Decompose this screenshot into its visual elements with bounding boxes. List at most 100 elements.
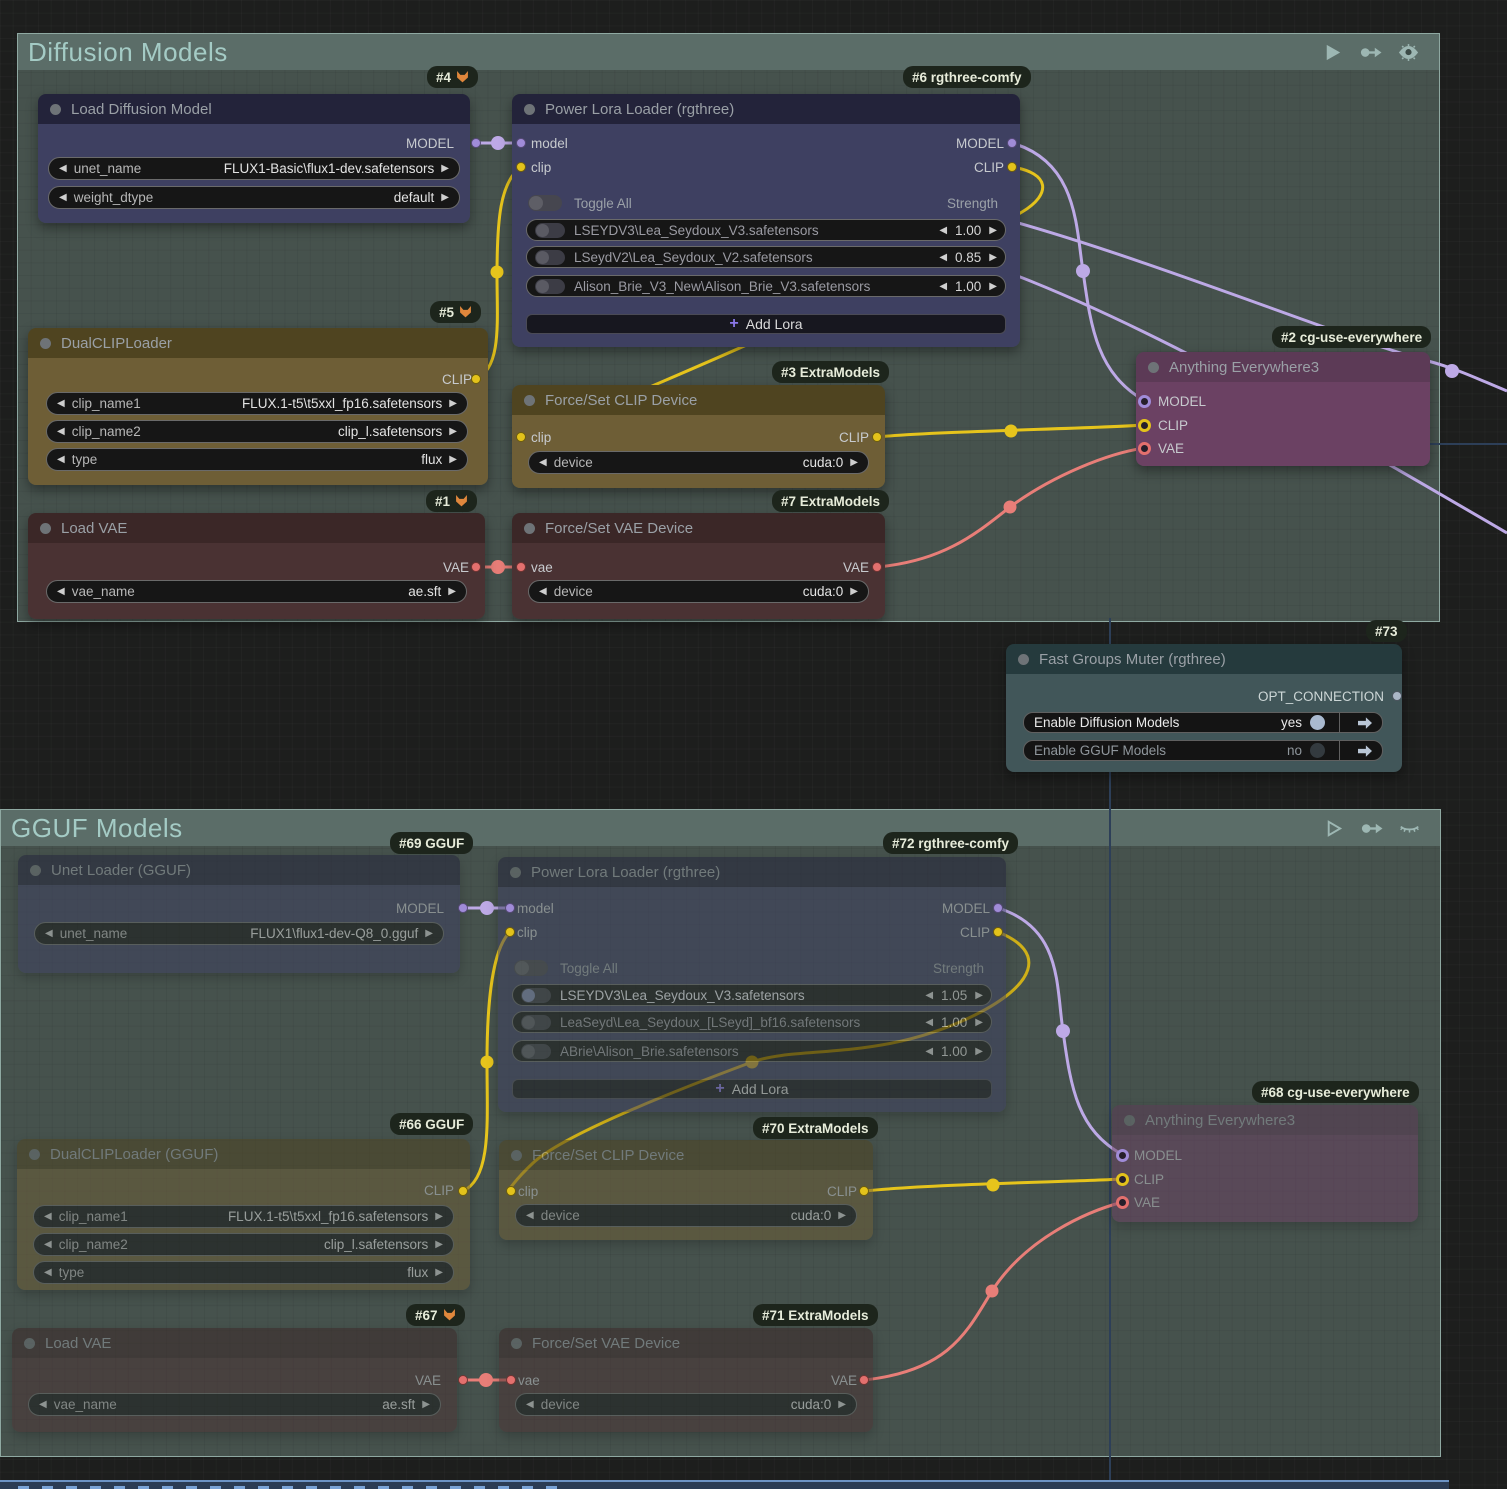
combo-device[interactable]: ◀ device cuda:0 ▶ (528, 580, 869, 603)
node-graph-canvas[interactable]: Diffusion Models GGUF Models Load Diffus… (0, 0, 1507, 1489)
lora-row[interactable]: Alison_Brie_V3_New\Alison_Brie_V3.safete… (526, 275, 1006, 297)
combo-clip-name1[interactable]: ◀ clip_name1 FLUX.1-t5\t5xxl_fp16.safetens… (33, 1205, 454, 1228)
port-clip-out[interactable] (458, 1186, 468, 1196)
port-clip-out[interactable] (1007, 162, 1017, 172)
port-clip-in[interactable] (1138, 419, 1151, 432)
collapse-dot[interactable] (29, 1148, 40, 1160)
combo-next-icon[interactable]: ▶ (435, 1267, 443, 1278)
combo-prev-icon[interactable]: ◀ (45, 928, 53, 939)
port-clip-out[interactable] (993, 927, 1003, 937)
combo-prev-icon[interactable]: ◀ (57, 398, 65, 409)
port-model-in[interactable] (516, 138, 526, 148)
lora-row[interactable]: LSEYDV3\Lea_Seydoux_V3.safetensors ◀ 1.05… (512, 984, 992, 1006)
port-model-out[interactable] (471, 138, 481, 148)
lora-row[interactable]: ABrie\Alison_Brie.safetensors ◀ 1.00 ▶ (512, 1040, 992, 1062)
combo-prev-icon[interactable]: ◀ (539, 457, 547, 468)
combo-device[interactable]: ◀ device cuda:0 ▶ (528, 451, 869, 474)
jump-to-group-icon[interactable] (1348, 744, 1382, 758)
combo-prev-icon[interactable]: ◀ (59, 192, 67, 203)
node-load-vae-gguf[interactable]: Load VAE VAE ◀ vae_name ae.sft ▶ (12, 1328, 457, 1432)
collapse-dot[interactable] (524, 522, 535, 534)
muter-toggle[interactable] (1310, 715, 1325, 730)
lora-row[interactable]: LeaSeyd\Lea_Seydoux_[LSeyd]_bf16.safeten… (512, 1011, 992, 1033)
combo-next-icon[interactable]: ▶ (441, 192, 449, 203)
lora-toggle[interactable] (521, 987, 551, 1003)
collapse-dot[interactable] (511, 1337, 522, 1349)
port-model-out[interactable] (1007, 138, 1017, 148)
combo-next-icon[interactable]: ▶ (449, 454, 457, 465)
combo-prev-icon[interactable]: ◀ (57, 454, 65, 465)
combo-prev-icon[interactable]: ◀ (539, 586, 547, 597)
combo-next-icon[interactable]: ▶ (449, 398, 457, 409)
combo-next-icon[interactable]: ▶ (441, 163, 449, 174)
node-force-set-vae-device[interactable]: Force/Set VAE Device vae VAE ◀ device cuda… (512, 513, 885, 619)
combo-type[interactable]: ◀ type flux ▶ (46, 448, 468, 471)
node-fast-groups-muter[interactable]: Fast Groups Muter (rgthree) OPT_CONNECTI… (1006, 644, 1402, 772)
collapse-dot[interactable] (24, 1337, 35, 1349)
collapse-dot[interactable] (524, 103, 535, 115)
combo-prev-icon[interactable]: ◀ (526, 1399, 534, 1410)
combo-next-icon[interactable]: ▶ (449, 426, 457, 437)
node-dual-clip-loader-gguf[interactable]: DualCLIPLoader (GGUF) CLIP ◀ clip_name1 FL… (17, 1139, 470, 1290)
combo-clip-name2[interactable]: ◀ clip_name2 clip_l.safetensors ▶ (33, 1233, 454, 1256)
port-vae-out[interactable] (872, 562, 882, 572)
port-vae-in[interactable] (1116, 1196, 1129, 1209)
port-vae-out[interactable] (458, 1375, 468, 1385)
port-vae-out[interactable] (859, 1375, 869, 1385)
combo-prev-icon[interactable]: ◀ (57, 586, 65, 597)
port-clip-out[interactable] (872, 432, 882, 442)
node-load-diffusion-model[interactable]: Load Diffusion Model MODEL ◀ unet_name FLU… (38, 94, 470, 223)
combo-next-icon[interactable]: ▶ (850, 586, 858, 597)
collapse-dot[interactable] (50, 103, 61, 115)
add-lora-button[interactable]: + Add Lora (526, 314, 1006, 334)
port-clip-in[interactable] (506, 1186, 516, 1196)
combo-type[interactable]: ◀ type flux ▶ (33, 1261, 454, 1284)
lora-toggle[interactable] (535, 222, 565, 238)
node-anything-everywhere3[interactable]: Anything Everywhere3 MODEL CLIP VAE (1136, 352, 1430, 466)
combo-next-icon[interactable]: ▶ (435, 1211, 443, 1222)
combo-clip-name2[interactable]: ◀ clip_name2 clip_l.safetensors ▶ (46, 420, 468, 443)
combo-clip-name1[interactable]: ◀ clip_name1 FLUX.1-t5\t5xxl_fp16.safetens… (46, 392, 468, 415)
lora-strength[interactable]: ◀ 1.00 ▶ (939, 223, 997, 238)
lora-strength[interactable]: ◀ 0.85 ▶ (939, 250, 997, 265)
combo-vae-name[interactable]: ◀ vae_name ae.sft ▶ (46, 580, 467, 603)
combo-prev-icon[interactable]: ◀ (59, 163, 67, 174)
muter-row-gguf[interactable]: Enable GGUF Models no (1023, 740, 1383, 761)
node-power-lora-loader[interactable]: Power Lora Loader (rgthree) model clip M… (512, 94, 1020, 347)
combo-prev-icon[interactable]: ◀ (39, 1399, 47, 1410)
combo-weight-dtype[interactable]: ◀ weight_dtype default ▶ (48, 186, 460, 209)
combo-next-icon[interactable]: ▶ (425, 928, 433, 939)
combo-next-icon[interactable]: ▶ (850, 457, 858, 468)
port-clip-in[interactable] (1116, 1173, 1129, 1186)
node-anything-everywhere3-gguf[interactable]: Anything Everywhere3 MODEL CLIP VAE (1112, 1105, 1418, 1222)
lora-strength[interactable]: ◀ 1.00 ▶ (925, 1015, 983, 1030)
muter-row-diffusion[interactable]: Enable Diffusion Models yes (1023, 712, 1383, 733)
port-vae-in[interactable] (506, 1375, 516, 1385)
lora-row[interactable]: LSeydV2\Lea_Seydoux_V2.safetensors ◀ 0.85… (526, 246, 1006, 268)
collapse-dot[interactable] (1018, 653, 1029, 665)
port-model-out[interactable] (458, 903, 468, 913)
combo-next-icon[interactable]: ▶ (448, 586, 456, 597)
port-model-out[interactable] (993, 903, 1003, 913)
port-clip-out[interactable] (859, 1186, 869, 1196)
port-clip-in[interactable] (516, 162, 526, 172)
toggle-all-switch[interactable] (528, 195, 562, 211)
collapse-dot[interactable] (40, 337, 51, 349)
port-model-in[interactable] (505, 903, 515, 913)
node-load-vae[interactable]: Load VAE VAE ◀ vae_name ae.sft ▶ (28, 513, 485, 619)
node-force-set-vae-device-gguf[interactable]: Force/Set VAE Device vae VAE ◀ device cuda… (499, 1328, 873, 1432)
lora-toggle[interactable] (535, 249, 565, 265)
combo-unet-name[interactable]: ◀ unet_name FLUX1\flux1-dev-Q8_0.gguf ▶ (34, 922, 444, 945)
node-power-lora-loader-gguf[interactable]: Power Lora Loader (rgthree) model clip M… (498, 857, 1006, 1112)
muter-toggle[interactable] (1310, 743, 1325, 758)
collapse-dot[interactable] (40, 522, 51, 534)
combo-device[interactable]: ◀ device cuda:0 ▶ (515, 1393, 857, 1416)
port-opt-connection-out[interactable] (1392, 691, 1402, 701)
combo-device[interactable]: ◀ device cuda:0 ▶ (515, 1204, 857, 1227)
port-vae-in[interactable] (1138, 442, 1151, 455)
combo-next-icon[interactable]: ▶ (422, 1399, 430, 1410)
collapse-dot[interactable] (511, 1149, 522, 1161)
node-force-set-clip-device-gguf[interactable]: Force/Set CLIP Device clip CLIP ◀ device c… (499, 1140, 873, 1240)
collapse-dot[interactable] (524, 394, 535, 406)
collapse-dot[interactable] (1124, 1114, 1135, 1126)
